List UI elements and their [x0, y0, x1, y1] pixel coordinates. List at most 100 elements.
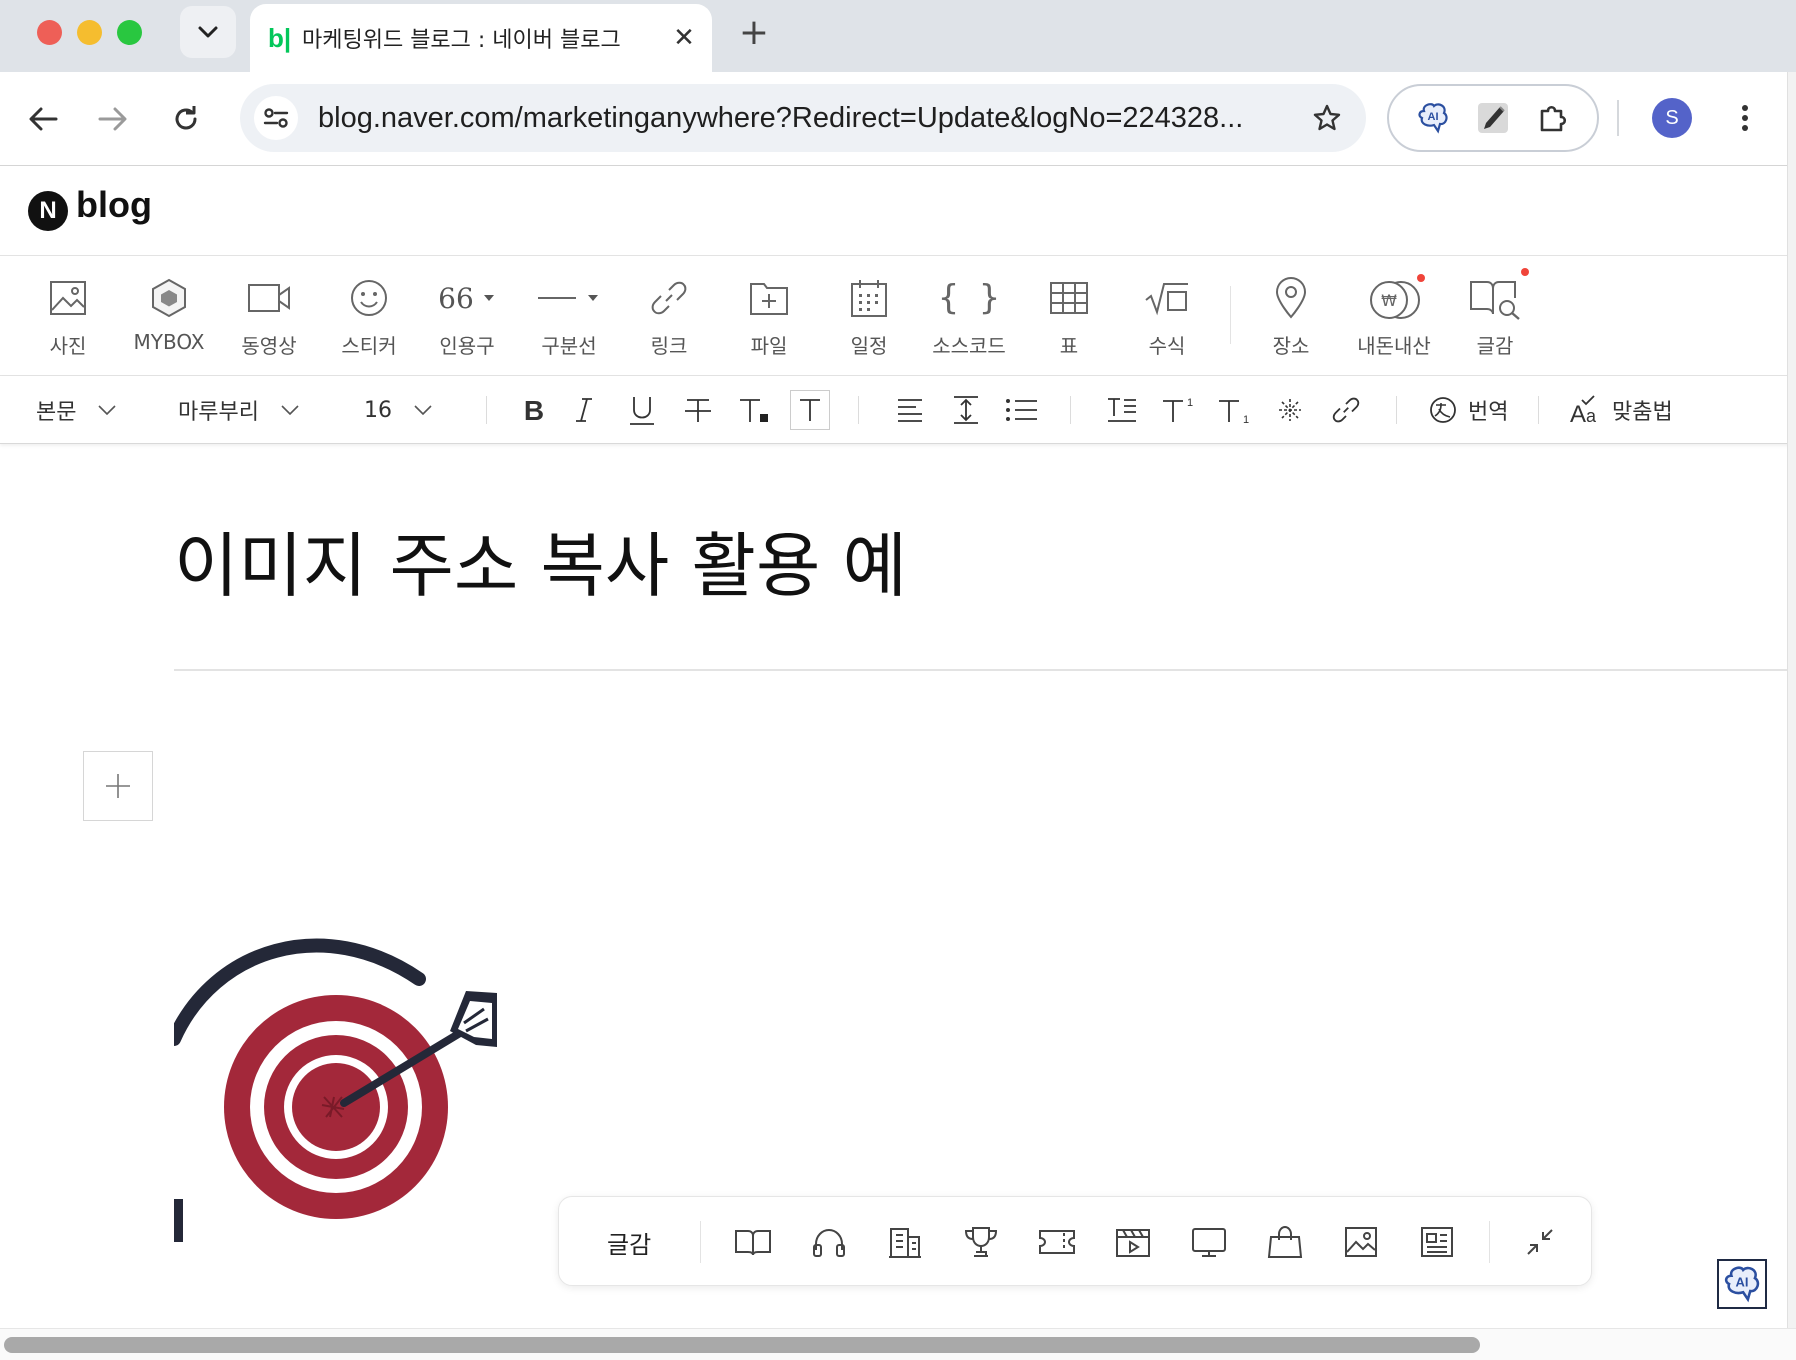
material-place-button[interactable]	[882, 1219, 928, 1265]
trophy-icon	[963, 1225, 999, 1259]
font-family-value: 마루부리	[178, 400, 259, 425]
ticket-icon	[1038, 1227, 1076, 1257]
new-badge-dot	[1521, 268, 1529, 276]
strikethrough-button[interactable]	[678, 390, 718, 430]
insert-schedule-button[interactable]: 일정	[834, 256, 904, 376]
bookmark-star-icon[interactable]	[1302, 93, 1352, 143]
translate-button[interactable]: 번역	[1428, 376, 1508, 444]
insert-photo-button[interactable]: 사진	[38, 256, 98, 376]
arrow-right-icon	[98, 106, 128, 132]
align-button[interactable]	[890, 390, 930, 430]
window-close-button[interactable]	[37, 20, 62, 45]
back-button[interactable]	[18, 94, 68, 144]
letter-spacing-button[interactable]	[1102, 390, 1142, 430]
site-settings-icon[interactable]	[254, 96, 298, 140]
insert-sticker-button[interactable]: 스티커	[334, 256, 404, 376]
target-arrow-image[interactable]	[174, 919, 497, 1242]
subscript-button[interactable]: 1	[1214, 390, 1254, 430]
address-bar[interactable]: blog.naver.com/marketinganywhere?Redirec…	[240, 84, 1366, 152]
material-movie-button[interactable]	[1110, 1219, 1156, 1265]
ai-assistant-icon[interactable]: AI	[1717, 1259, 1767, 1309]
chevron-down-icon	[281, 405, 299, 415]
spellcheck-label: 맞춤법	[1612, 400, 1673, 425]
special-characters-button[interactable]	[1270, 390, 1310, 430]
list-button[interactable]	[1002, 390, 1042, 430]
svg-text:1: 1	[1243, 414, 1249, 424]
insert-link-format-button[interactable]	[1326, 390, 1366, 430]
insert-label: 사진	[49, 334, 87, 358]
material-sports-button[interactable]	[958, 1219, 1004, 1265]
insert-source-code-button[interactable]: { } 소스코드	[924, 256, 1014, 376]
svg-text:₩: ₩	[1381, 291, 1397, 310]
insert-formula-button[interactable]: 수식	[1132, 256, 1202, 376]
italic-button[interactable]	[564, 390, 604, 430]
browser-toolbar: blog.naver.com/marketinganywhere?Redirec…	[0, 72, 1796, 166]
insert-place-button[interactable]: 장소	[1256, 256, 1326, 376]
background-color-icon	[798, 397, 822, 423]
horizontal-scrollbar-thumb[interactable]	[4, 1337, 1480, 1353]
font-size-select[interactable]: 16	[364, 376, 432, 444]
blog-logo-text[interactable]: blog	[76, 184, 152, 226]
tab-search-button[interactable]	[180, 6, 236, 58]
blog-header: N blog	[0, 166, 1796, 256]
calendar-icon	[850, 274, 888, 322]
vertical-scrollbar[interactable]	[1787, 72, 1796, 1328]
url-text[interactable]: blog.naver.com/marketinganywhere?Redirec…	[318, 102, 1302, 135]
paragraph-style-select[interactable]: 본문	[36, 376, 117, 444]
insert-label: 링크	[650, 334, 688, 358]
insert-material-button[interactable]: 글감	[1460, 256, 1530, 376]
collapse-material-bar-button[interactable]	[1517, 1219, 1563, 1265]
window-minimize-button[interactable]	[77, 20, 102, 45]
tv-icon	[1191, 1226, 1227, 1258]
profile-avatar[interactable]: S	[1652, 98, 1692, 138]
mybox-icon	[150, 274, 188, 322]
background-color-button[interactable]	[790, 390, 830, 430]
browser-menu-icon[interactable]	[1730, 96, 1760, 140]
forward-button[interactable]	[88, 94, 138, 144]
naver-logo-icon[interactable]: N	[28, 191, 68, 231]
insert-mybox-button[interactable]: MYBOX	[124, 256, 214, 376]
font-color-button[interactable]	[734, 390, 774, 430]
translate-label: 번역	[1468, 400, 1509, 425]
material-image-button[interactable]	[1338, 1219, 1384, 1265]
insert-table-button[interactable]: 표	[1034, 256, 1104, 376]
insert-quote-button[interactable]: 66 인용구	[432, 256, 502, 376]
material-bar-label[interactable]: 글감	[607, 1197, 651, 1287]
insert-link-button[interactable]: 링크	[634, 256, 704, 376]
bold-button[interactable]: B	[514, 390, 554, 430]
insert-video-button[interactable]: 동영상	[234, 256, 304, 376]
reload-button[interactable]	[161, 94, 211, 144]
chevron-down-icon	[98, 405, 117, 415]
material-tv-button[interactable]	[1186, 1219, 1232, 1265]
line-height-button[interactable]	[946, 390, 986, 430]
ai-brain-extension-icon[interactable]: AI	[1411, 96, 1455, 140]
material-shopping-button[interactable]	[1262, 1219, 1308, 1265]
insert-divider-button[interactable]: 구분선	[534, 256, 604, 376]
format-toolbar: 본문 마루부리 16 B 1 1 번역 A a 맞춤법	[0, 376, 1796, 444]
add-component-button[interactable]	[83, 751, 153, 821]
insert-file-button[interactable]: 파일	[734, 256, 804, 376]
insert-label: 구분선	[541, 334, 597, 358]
material-music-button[interactable]	[806, 1219, 852, 1265]
puzzle-extensions-icon[interactable]	[1531, 96, 1575, 140]
new-tab-button[interactable]: +	[732, 10, 776, 54]
video-icon	[247, 274, 291, 322]
window-zoom-button[interactable]	[117, 20, 142, 45]
pen-tool-extension-icon[interactable]	[1471, 96, 1515, 140]
underline-button[interactable]	[622, 390, 662, 430]
svg-text:1: 1	[1187, 397, 1193, 409]
font-family-select[interactable]: 마루부리	[178, 376, 299, 444]
svg-text:AI: AI	[1736, 1274, 1749, 1289]
material-news-button[interactable]	[1414, 1219, 1460, 1265]
insert-own-money-review-button[interactable]: ₩ 내돈내산	[1344, 256, 1444, 376]
material-book-button[interactable]	[730, 1219, 776, 1265]
post-title-input[interactable]: 이미지 주소 복사 활용 예	[174, 510, 907, 611]
paragraph-style-value: 본문	[36, 400, 77, 425]
browser-tab-active[interactable]: b| 마케팅위드 블로그 : 네이버 블로그 ✕	[250, 4, 712, 72]
toolbar-divider	[1538, 396, 1539, 424]
spellcheck-button[interactable]: Aa 맞춤법	[1568, 376, 1673, 444]
font-color-icon	[738, 396, 770, 424]
superscript-button[interactable]: 1	[1158, 390, 1198, 430]
material-show-button[interactable]	[1034, 1219, 1080, 1265]
tab-close-icon[interactable]: ✕	[664, 18, 704, 58]
